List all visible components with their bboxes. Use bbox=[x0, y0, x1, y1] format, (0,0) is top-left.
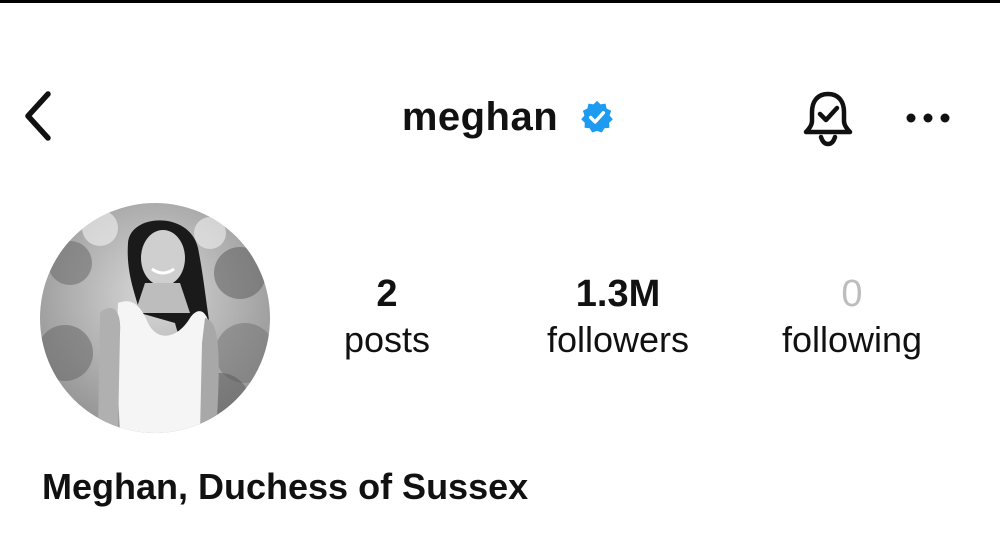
following-count: 0 bbox=[841, 273, 863, 315]
verified-badge-icon bbox=[580, 100, 614, 134]
username: meghan bbox=[401, 94, 559, 139]
chevron-left-icon bbox=[25, 91, 51, 141]
more-horizontal-icon bbox=[906, 113, 950, 123]
bell-check-icon bbox=[803, 91, 853, 147]
avatar-photo bbox=[40, 203, 270, 433]
stat-posts[interactable]: 2 posts bbox=[322, 270, 452, 362]
profile-avatar[interactable] bbox=[40, 203, 270, 433]
followers-label: followers bbox=[546, 319, 690, 360]
stat-following[interactable]: 0 following bbox=[762, 270, 942, 362]
following-label: following bbox=[781, 319, 923, 360]
posts-label: posts bbox=[343, 319, 431, 360]
more-options-button[interactable] bbox=[898, 96, 958, 140]
followers-count: 1.3M bbox=[575, 273, 661, 315]
stat-followers[interactable]: 1.3M followers bbox=[528, 270, 708, 362]
posts-count: 2 bbox=[376, 273, 398, 315]
notifications-bell-button[interactable] bbox=[796, 86, 860, 150]
back-button[interactable] bbox=[14, 86, 62, 146]
profile-screen: meghan 2 posts 1.3M followers 0 followin… bbox=[0, 0, 1000, 550]
top-edge-bar bbox=[0, 0, 1000, 3]
profile-full-name: Meghan, Duchess of Sussex bbox=[42, 466, 529, 507]
header-title: meghan bbox=[402, 95, 614, 140]
